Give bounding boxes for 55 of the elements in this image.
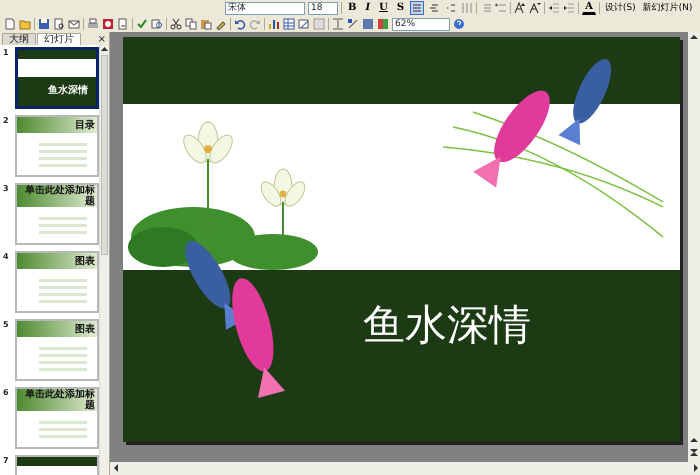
slide-title: 鱼水深情 — [363, 300, 532, 350]
slide-number: 3 — [3, 183, 10, 195]
thumbnail-title: 图表 — [75, 324, 95, 334]
new-slide-button[interactable]: 新幻灯片(N) — [640, 2, 694, 14]
format-button[interactable]: I — [362, 1, 374, 15]
format-button[interactable]: B — [345, 1, 360, 15]
slide-thumbnail[interactable]: 鱼水深情 — [15, 47, 99, 109]
copy-icon[interactable] — [185, 18, 197, 30]
design-button[interactable]: 设计(S) — [602, 2, 638, 14]
format-button[interactable]: S — [394, 1, 408, 15]
columns-icon[interactable] — [461, 2, 474, 14]
chart-icon[interactable] — [268, 18, 280, 30]
zoom-field[interactable]: 62% — [392, 18, 450, 30]
slide-number: 4 — [3, 251, 10, 263]
slide-thumbnail[interactable]: 图表 — [15, 319, 99, 381]
thumbnail-title: 目录 — [75, 120, 95, 130]
cut-icon[interactable] — [170, 18, 182, 30]
scrollbar[interactable] — [110, 462, 700, 475]
scroll-up-icon[interactable] — [688, 32, 700, 42]
slide-thumbnail[interactable]: 目录 — [15, 115, 99, 177]
folder-icon[interactable] — [19, 18, 31, 30]
thumbnail-title: 图表 — [75, 256, 95, 266]
slide-number: 1 — [3, 47, 10, 59]
email-icon[interactable] — [68, 18, 80, 30]
decrease-indent-icon[interactable] — [548, 2, 560, 14]
paste-icon[interactable] — [200, 18, 212, 30]
align-button[interactable] — [410, 1, 424, 15]
slide-number: 6 — [3, 387, 10, 399]
help-icon[interactable] — [453, 18, 465, 30]
increase-indent-icon[interactable] — [563, 2, 576, 14]
pane-tab[interactable]: 大纲 — [2, 33, 36, 45]
undo-icon[interactable] — [234, 18, 246, 30]
align-icon — [429, 4, 440, 12]
pane-tab[interactable]: 幻灯片 — [37, 33, 81, 45]
bullet-list-icon[interactable] — [495, 2, 508, 14]
format-button[interactable]: U — [376, 1, 391, 15]
save-icon[interactable] — [38, 18, 50, 30]
spelling-icon[interactable] — [136, 18, 148, 30]
scrollbar[interactable] — [99, 45, 109, 475]
table-icon[interactable] — [283, 18, 295, 30]
print-icon[interactable] — [87, 18, 99, 30]
slide-thumbnail[interactable]: 图表 — [15, 251, 99, 313]
decrease-font-icon[interactable] — [529, 2, 542, 14]
thumbnail-title: 鱼水深情 — [48, 84, 89, 98]
slide-number: 2 — [3, 115, 10, 127]
new-document-icon[interactable] — [4, 18, 16, 30]
font-color-button[interactable]: A — [582, 1, 596, 15]
slide-number: 7 — [3, 455, 10, 467]
align-icon — [412, 4, 422, 12]
font-field[interactable]: 宋体 — [225, 2, 305, 14]
increase-font-icon[interactable] — [514, 2, 526, 14]
slide-number: 5 — [3, 319, 10, 331]
scrollbar[interactable] — [688, 32, 700, 462]
close-button[interactable]: × — [98, 34, 106, 45]
font-size-field[interactable]: 18 — [308, 2, 338, 14]
